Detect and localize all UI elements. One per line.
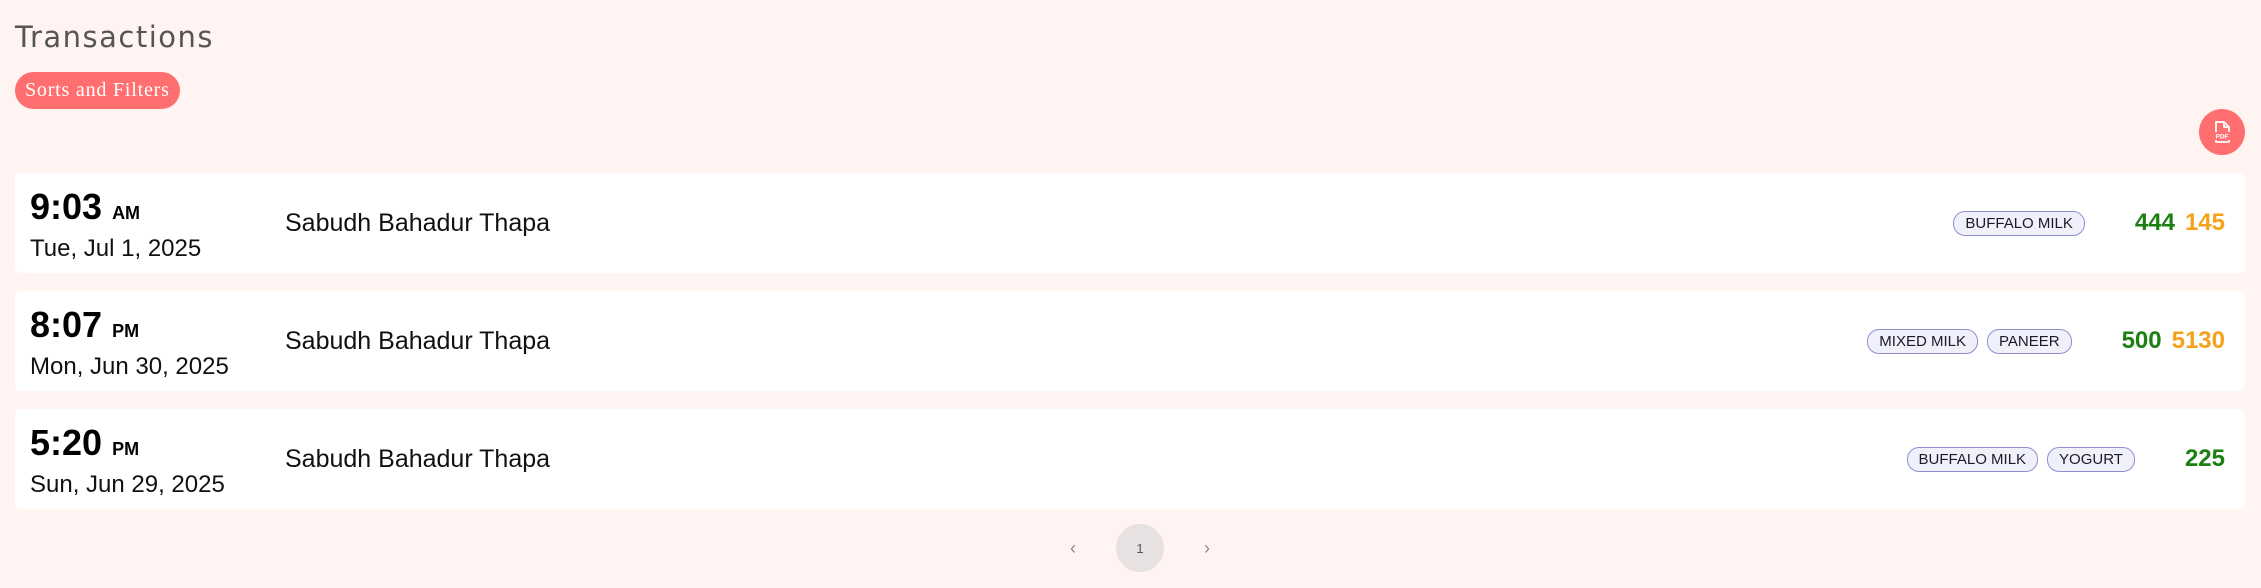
- amount-secondary: 145: [2184, 209, 2225, 236]
- transaction-row[interactable]: 8:07 PM Mon, Jun 30, 2025 Sabudh Bahadur …: [15, 291, 2245, 391]
- customer-name: Sabudh Bahadur Thapa: [285, 445, 551, 473]
- sorts-filters-button[interactable]: Sorts and Filters: [15, 72, 180, 109]
- am-pm: AM: [112, 203, 141, 223]
- pdf-export-button[interactable]: PDF: [2199, 109, 2245, 155]
- product-tag: PANEER: [1986, 328, 2072, 354]
- row-right: MIXED MILK PANEER 500 5130: [1867, 291, 2225, 391]
- amount-primary: 500: [2121, 327, 2162, 354]
- amount-primary: 225: [2184, 445, 2225, 472]
- page-number-button[interactable]: 1: [1116, 524, 1164, 572]
- pdf-label: PDF: [2216, 134, 2229, 141]
- am-pm: PM: [112, 439, 140, 459]
- next-page-button[interactable]: ›: [1184, 524, 1230, 572]
- time-value: 9:03: [30, 186, 103, 227]
- pagination: ‹ 1 ›: [1050, 524, 1230, 572]
- pdf-file-icon: PDF: [2213, 121, 2231, 143]
- product-tag: MIXED MILK: [1867, 328, 1978, 354]
- transaction-row[interactable]: 9:03 AM Tue, Jul 1, 2025 Sabudh Bahadur T…: [15, 173, 2245, 273]
- product-tag: BUFFALO MILK: [1953, 210, 2085, 236]
- amount-secondary: 5130: [2171, 327, 2225, 354]
- time-line: 5:20 PM: [30, 423, 225, 469]
- transaction-row[interactable]: 5:20 PM Sun, Jun 29, 2025 Sabudh Bahadur …: [15, 409, 2245, 509]
- page-title: Transactions: [15, 20, 215, 54]
- time-block: 9:03 AM Tue, Jul 1, 2025: [30, 187, 201, 263]
- product-tags: BUFFALO MILK YOGURT: [1906, 446, 2135, 472]
- transaction-date: Sun, Jun 29, 2025: [30, 471, 225, 498]
- time-line: 8:07 PM: [30, 305, 229, 351]
- transaction-list: 9:03 AM Tue, Jul 1, 2025 Sabudh Bahadur T…: [15, 173, 2245, 527]
- time-block: 5:20 PM Sun, Jun 29, 2025: [30, 423, 225, 499]
- transactions-page: Transactions Sorts and Filters PDF 9:03 A…: [0, 0, 2261, 588]
- customer-name: Sabudh Bahadur Thapa: [285, 327, 551, 355]
- prev-page-button[interactable]: ‹: [1050, 524, 1096, 572]
- transaction-date: Mon, Jun 30, 2025: [30, 353, 229, 380]
- row-right: BUFFALO MILK YOGURT 225: [1906, 409, 2225, 509]
- product-tag: YOGURT: [2047, 446, 2135, 472]
- time-value: 5:20: [30, 422, 103, 463]
- customer-name: Sabudh Bahadur Thapa: [285, 209, 551, 237]
- transaction-date: Tue, Jul 1, 2025: [30, 235, 202, 262]
- amount-primary: 444: [2134, 209, 2175, 236]
- time-block: 8:07 PM Mon, Jun 30, 2025: [30, 305, 229, 381]
- product-tag: BUFFALO MILK: [1906, 446, 2039, 472]
- row-right: BUFFALO MILK 444 145: [1953, 173, 2225, 273]
- product-tags: BUFFALO MILK: [1953, 210, 2085, 236]
- product-tags: MIXED MILK PANEER: [1867, 328, 2072, 354]
- time-value: 8:07: [30, 304, 103, 345]
- am-pm: PM: [112, 321, 140, 341]
- time-line: 9:03 AM: [30, 187, 201, 233]
